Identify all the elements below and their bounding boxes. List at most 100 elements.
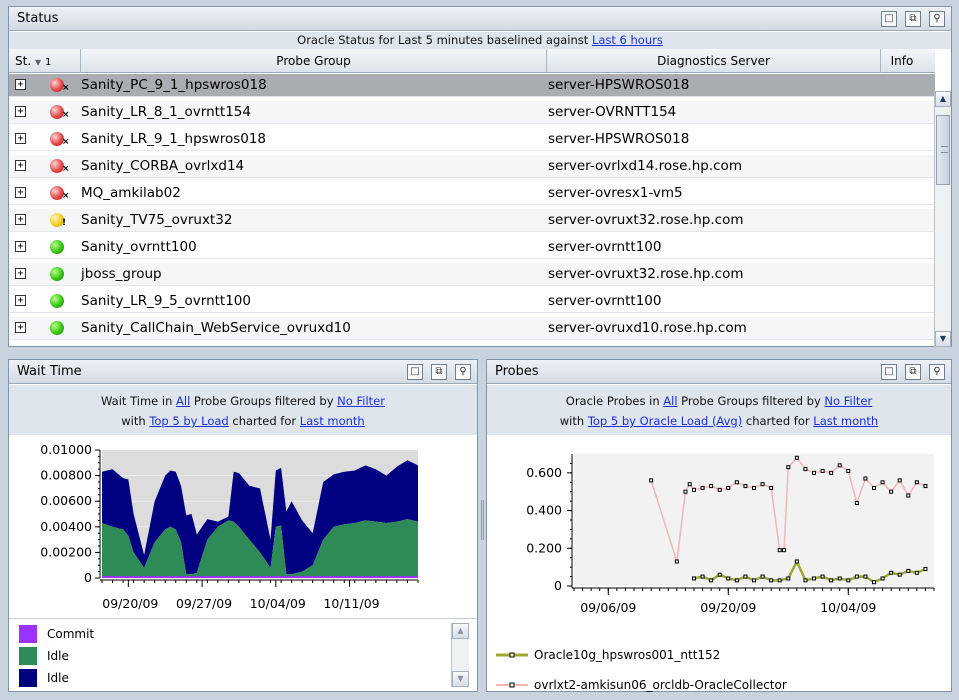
data-point xyxy=(777,548,782,553)
probe-group-column-header[interactable]: Probe Group xyxy=(81,49,547,73)
data-point xyxy=(687,482,692,487)
table-row[interactable]: + × Sanity_LR_9_1_hpswros018 server-HPSWROS… xyxy=(9,128,935,151)
status-column-header[interactable]: St. ▼ 1 xyxy=(9,49,81,73)
status-subtitle: Oracle Status for Last 5 minutes baselin… xyxy=(9,32,951,49)
error-mark-icon: × xyxy=(62,191,70,201)
pin-button[interactable]: ⚲ xyxy=(929,364,945,380)
y-tick-label: 0 xyxy=(554,578,562,593)
no-filter-link[interactable]: No Filter xyxy=(824,394,872,408)
server-column-header[interactable]: Diagnostics Server xyxy=(547,49,881,73)
data-point xyxy=(709,484,714,489)
legend-scrollbar[interactable]: ▲ ▼ xyxy=(451,623,469,687)
scroll-up-button[interactable]: ▲ xyxy=(935,91,951,107)
server-cell: server-ovruxt32.rose.hp.com xyxy=(548,266,744,282)
table-row[interactable]: + Sanity_LR_9_5_ovrntt100 server-ovrntt100 xyxy=(9,290,935,313)
popout-button[interactable]: ⧉ xyxy=(431,364,447,380)
no-filter-link[interactable]: No Filter xyxy=(337,394,385,408)
last-month-link[interactable]: Last month xyxy=(300,414,365,428)
expand-icon[interactable]: + xyxy=(15,322,26,333)
expand-icon[interactable]: + xyxy=(15,106,26,117)
error-mark-icon: × xyxy=(62,83,70,93)
top5-oracle-load-link[interactable]: Top 5 by Oracle Load (Avg) xyxy=(588,414,742,428)
pin-button[interactable]: ⚲ xyxy=(455,364,471,380)
probe-group-cell: Sanity_LR_8_1_ovrntt154 xyxy=(81,104,251,120)
x-tick-label: 10/11/09 xyxy=(323,596,379,611)
data-point xyxy=(674,559,679,564)
table-row[interactable]: + Sanity_ovrntt100 server-ovrntt100 xyxy=(9,236,935,259)
status-green-icon xyxy=(50,267,64,281)
table-row[interactable]: + × Sanity_LR_8_1_ovrntt154 server-OVRNTT15… xyxy=(9,101,935,124)
table-row[interactable]: + Sanity_CallChain_WebService_ovruxd10 ser… xyxy=(9,317,935,340)
data-point xyxy=(692,487,696,492)
probe-group-cell: Sanity_CORBA_ovrlxd14 xyxy=(81,158,245,174)
expand-icon[interactable]: + xyxy=(15,160,26,171)
popout-button[interactable]: ⧉ xyxy=(905,364,921,380)
data-point xyxy=(880,480,885,485)
last-6-hours-link[interactable]: Last 6 hours xyxy=(592,33,663,47)
server-cell: server-ovresx1-vm5 xyxy=(548,185,683,201)
top5-load-link[interactable]: Top 5 by Load xyxy=(149,414,228,428)
wait-time-chart: 0.01000 0.00800 0.00600 0.00400 0.00200 0 09/2… xyxy=(40,442,419,611)
pin-button[interactable]: ⚲ xyxy=(929,11,945,27)
data-point xyxy=(769,578,774,583)
data-point xyxy=(794,559,799,564)
data-point xyxy=(760,482,765,487)
scroll-thumb[interactable] xyxy=(936,115,950,185)
expand-icon[interactable]: + xyxy=(15,214,26,225)
popout-button[interactable]: ⧉ xyxy=(905,11,921,27)
data-point xyxy=(872,485,876,490)
panel-splitter[interactable] xyxy=(481,500,484,540)
error-mark-icon: × xyxy=(62,110,70,120)
all-groups-link[interactable]: All xyxy=(176,394,190,408)
info-column-header[interactable]: Info xyxy=(881,49,923,73)
status-green-icon xyxy=(50,294,64,308)
data-point xyxy=(743,484,748,489)
expand-icon[interactable]: + xyxy=(15,295,26,306)
data-point xyxy=(782,548,786,553)
data-point xyxy=(786,576,791,581)
legend-swatch-commit xyxy=(19,625,37,643)
restore-button[interactable]: □ xyxy=(407,364,423,380)
data-point xyxy=(692,576,696,581)
expand-icon[interactable]: + xyxy=(15,241,26,252)
all-groups-link[interactable]: All xyxy=(663,394,677,408)
legend-label: ovrlxt2-amkisun06_orcldb-OracleCollector xyxy=(534,678,787,692)
status-scrollbar[interactable]: ▲ ▼ xyxy=(934,91,951,347)
expand-icon[interactable]: + xyxy=(15,187,26,198)
probes-panel-header: Probes □ ⧉ ⚲ xyxy=(487,360,951,384)
table-row[interactable]: + × MQ_amkilab02 server-ovresx1-vm5 xyxy=(9,182,935,205)
legend-scroll-down[interactable]: ▼ xyxy=(452,671,469,687)
table-row[interactable]: +! Sanity_TV75_ovruxt32 server-ovruxt32.ro… xyxy=(9,209,935,232)
data-point xyxy=(837,576,842,581)
x-tick-label: 10/04/09 xyxy=(820,600,876,615)
data-point xyxy=(812,576,816,581)
data-point xyxy=(906,493,911,498)
x-tick-label: 10/04/09 xyxy=(250,596,306,611)
restore-button[interactable]: □ xyxy=(881,11,897,27)
legend-label-commit: Commit xyxy=(47,627,95,641)
status-green-icon xyxy=(50,240,64,254)
scroll-down-button[interactable]: ▼ xyxy=(935,331,951,347)
expand-icon[interactable]: + xyxy=(15,133,26,144)
data-point xyxy=(734,480,739,485)
table-row[interactable]: + jboss_group server-ovruxt32.rose.hp.com xyxy=(9,263,935,286)
data-point xyxy=(726,576,731,581)
table-row[interactable]: + × Sanity_CORBA_ovrlxd14 server-ovrlxd14.r… xyxy=(9,155,935,178)
expand-icon[interactable]: + xyxy=(15,79,26,90)
data-point xyxy=(854,501,859,506)
last-month-link[interactable]: Last month xyxy=(813,414,878,428)
data-point xyxy=(786,465,791,470)
server-cell: server-HPSWROS018 xyxy=(548,131,690,147)
legend-scroll-up[interactable]: ▲ xyxy=(452,623,469,639)
restore-button[interactable]: □ xyxy=(881,364,897,380)
data-point xyxy=(752,485,756,490)
data-point xyxy=(829,470,834,475)
server-cell: server-ovruxd10.rose.hp.com xyxy=(548,320,747,336)
table-row[interactable]: + × Sanity_PC_9_1_hpswros018 server-HPSWROS… xyxy=(9,74,935,97)
data-point xyxy=(914,480,919,485)
x-tick-label: 09/06/09 xyxy=(580,600,636,615)
data-point xyxy=(914,570,919,575)
server-cell: server-ovrntt100 xyxy=(548,239,662,255)
expand-icon[interactable]: + xyxy=(15,268,26,279)
y-tick-label: 0.200 xyxy=(526,540,562,555)
